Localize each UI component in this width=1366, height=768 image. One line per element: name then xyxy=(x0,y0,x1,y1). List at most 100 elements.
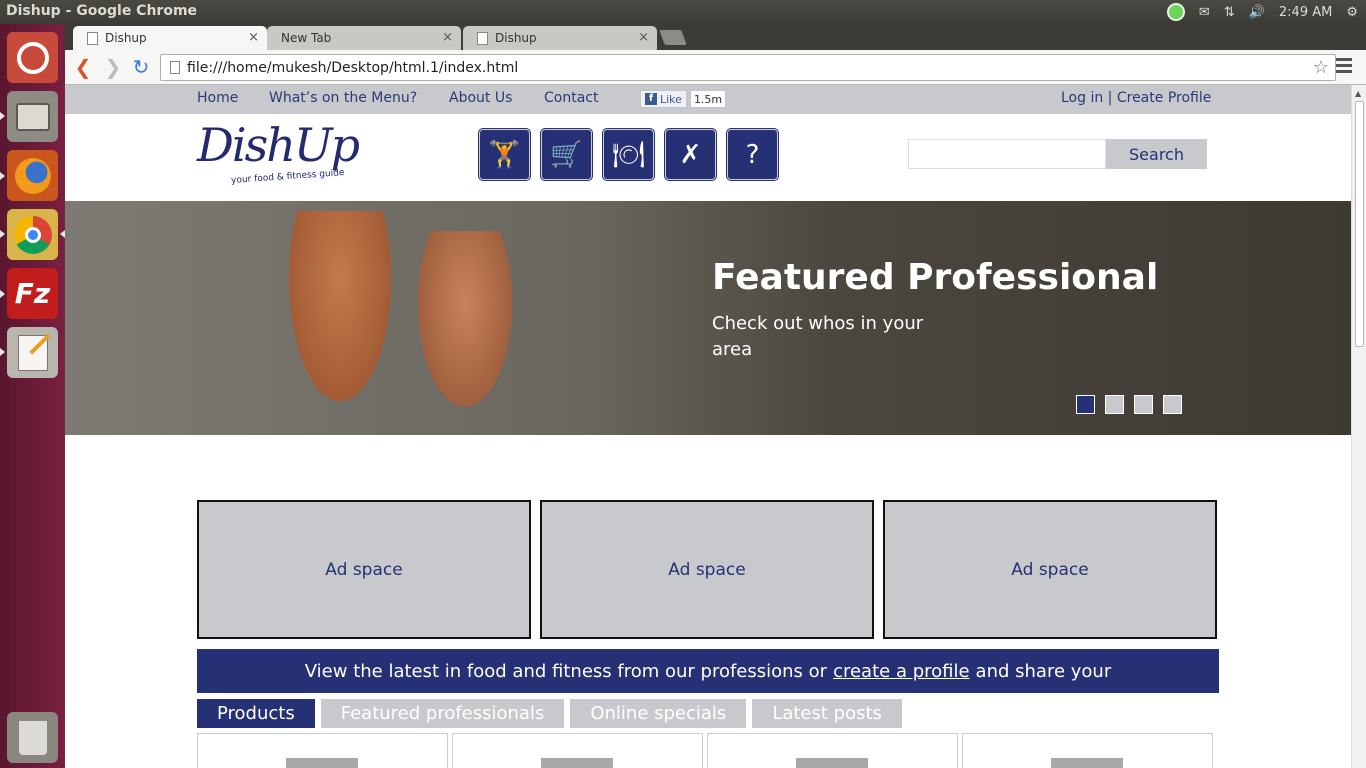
firefox-launcher[interactable] xyxy=(7,150,58,201)
site-header: DishUp your food & fitness guide 🏋 🛒 🍽 ✗… xyxy=(65,114,1351,201)
browser-tab-3[interactable]: Dishup × xyxy=(463,26,657,50)
slide-dot-3[interactable] xyxy=(1134,395,1153,414)
messaging-icon[interactable] xyxy=(1166,3,1185,21)
files-launcher[interactable] xyxy=(7,91,58,142)
site-top-nav: Home What’s on the Menu? About Us Contac… xyxy=(65,85,1351,114)
forward-arrow-icon[interactable]: ❯ xyxy=(101,56,125,78)
product-image xyxy=(1051,758,1123,768)
hero-title: Featured Professional xyxy=(712,257,1159,298)
nav-about-link[interactable]: About Us xyxy=(449,90,512,106)
nav-menu-link[interactable]: What’s on the Menu? xyxy=(269,90,417,106)
serving-cloche-icon[interactable]: 🍽 xyxy=(602,128,655,181)
nav-home-link[interactable]: Home xyxy=(197,90,238,106)
running-indicator xyxy=(0,230,5,238)
ad-space-2[interactable]: Ad space xyxy=(540,500,874,639)
slide-dot-4[interactable] xyxy=(1163,395,1182,414)
login-link[interactable]: Log in xyxy=(1061,90,1103,106)
slide-dot-1[interactable] xyxy=(1076,395,1095,414)
firefox-icon xyxy=(14,157,51,194)
banner-text-after: and share your xyxy=(975,660,1112,682)
create-profile-banner-link[interactable]: create a profile xyxy=(833,661,969,682)
reload-icon[interactable]: ↻ xyxy=(129,56,153,78)
running-indicator xyxy=(0,112,5,120)
running-indicator xyxy=(0,290,5,298)
slider-dots xyxy=(1076,395,1182,414)
product-card[interactable] xyxy=(962,733,1213,768)
browser-toolbar: ❮ ❯ ↻ file:///home/mukesh/Desktop/html.1… xyxy=(65,50,1366,85)
nav-contact-link[interactable]: Contact xyxy=(544,90,598,106)
close-tab-icon[interactable]: × xyxy=(248,30,259,45)
info-banner: View the latest in food and fitness from… xyxy=(197,649,1219,693)
tab-online-specials[interactable]: Online specials xyxy=(570,699,747,728)
product-grid xyxy=(197,733,1213,768)
url-text: file:///home/mukesh/Desktop/html.1/index… xyxy=(187,59,519,76)
search-input[interactable] xyxy=(908,139,1106,169)
file-cabinet-icon xyxy=(15,102,50,131)
filezilla-launcher[interactable]: Fz xyxy=(7,268,58,319)
top-panel: Dishup - Google Chrome ✉ ⇅ 🔊 2:49 AM ⚙ xyxy=(0,0,1366,24)
tab-title: New Tab xyxy=(281,31,332,45)
category-icons: 🏋 🛒 🍽 ✗ ? xyxy=(478,128,779,181)
browser-tab-1[interactable]: Dishup × xyxy=(73,26,267,50)
search-button[interactable]: Search xyxy=(1106,139,1207,169)
scroll-up-icon[interactable]: ▲ xyxy=(1355,89,1361,98)
create-profile-link[interactable]: Create Profile xyxy=(1117,90,1212,106)
address-bar[interactable]: file:///home/mukesh/Desktop/html.1/index… xyxy=(160,54,1336,81)
close-tab-icon[interactable]: × xyxy=(638,30,649,45)
tab-title: Dishup xyxy=(105,31,147,45)
content-tabs: Products Featured professionals Online s… xyxy=(197,699,902,728)
bookmark-star-icon[interactable]: ☆ xyxy=(1313,57,1329,78)
shopping-cart-icon[interactable]: 🛒 xyxy=(540,128,593,181)
chrome-icon xyxy=(13,215,52,254)
back-arrow-icon[interactable]: ❮ xyxy=(71,56,95,78)
new-tab-button[interactable] xyxy=(659,30,687,45)
text-editor-launcher[interactable] xyxy=(7,327,58,378)
weightlifter-icon[interactable]: 🏋 xyxy=(478,128,531,181)
ad-space-1[interactable]: Ad space xyxy=(197,500,531,639)
product-card[interactable] xyxy=(707,733,958,768)
ad-space-3[interactable]: Ad space xyxy=(883,500,1217,639)
product-card[interactable] xyxy=(197,733,448,768)
logo-wordmark: DishUp xyxy=(197,118,360,172)
fitness-couple-image xyxy=(245,201,545,435)
settings-gear-icon[interactable]: ⚙ xyxy=(1346,5,1358,20)
text-editor-icon xyxy=(17,334,48,371)
network-icon[interactable]: ⇅ xyxy=(1224,5,1235,20)
account-links: Log in | Create Profile xyxy=(1061,90,1211,106)
trash-launcher[interactable] xyxy=(7,712,58,763)
page-icon xyxy=(170,61,180,74)
product-image xyxy=(541,758,613,768)
tab-featured-professionals[interactable]: Featured professionals xyxy=(320,699,565,728)
trash-icon xyxy=(18,720,47,755)
tab-products[interactable]: Products xyxy=(197,699,315,728)
page-scrollbar[interactable]: ▲ xyxy=(1351,85,1366,768)
tab-strip: Dishup × New Tab × Dishup × xyxy=(65,24,1366,50)
browser-chrome: Dishup × New Tab × Dishup × ❮ ❯ ↻ file:/… xyxy=(65,24,1366,85)
chrome-launcher[interactable] xyxy=(7,209,58,260)
scrollbar-thumb[interactable] xyxy=(1355,101,1364,347)
like-count: 1.5m xyxy=(689,90,727,108)
page-icon xyxy=(477,31,488,45)
playbook-icon[interactable]: ✗ xyxy=(664,128,717,181)
hero-slider: Featured Professional Check out whos in … xyxy=(65,201,1351,435)
facebook-like-button[interactable]: f Like xyxy=(640,90,687,108)
page-viewport: Home What’s on the Menu? About Us Contac… xyxy=(65,85,1351,768)
running-indicator xyxy=(0,172,5,180)
facebook-icon: f xyxy=(645,93,657,105)
chrome-menu-icon[interactable] xyxy=(1336,58,1352,76)
dishup-logo[interactable]: DishUp your food & fitness guide xyxy=(197,118,397,190)
product-image xyxy=(796,758,868,768)
close-tab-icon[interactable]: × xyxy=(442,30,453,45)
tab-latest-posts[interactable]: Latest posts xyxy=(752,699,902,728)
running-indicator xyxy=(0,348,5,356)
mail-icon[interactable]: ✉ xyxy=(1199,5,1210,20)
browser-tab-2[interactable]: New Tab × xyxy=(267,26,461,50)
hero-subtitle: Check out whos in your area xyxy=(712,313,924,360)
volume-icon[interactable]: 🔊 xyxy=(1249,5,1265,20)
slide-dot-2[interactable] xyxy=(1105,395,1124,414)
product-card[interactable] xyxy=(452,733,703,768)
clock[interactable]: 2:49 AM xyxy=(1279,5,1332,20)
plate-question-icon[interactable]: ? xyxy=(726,128,779,181)
ubuntu-dash-button[interactable] xyxy=(7,32,58,83)
ubuntu-logo-icon xyxy=(16,41,49,74)
